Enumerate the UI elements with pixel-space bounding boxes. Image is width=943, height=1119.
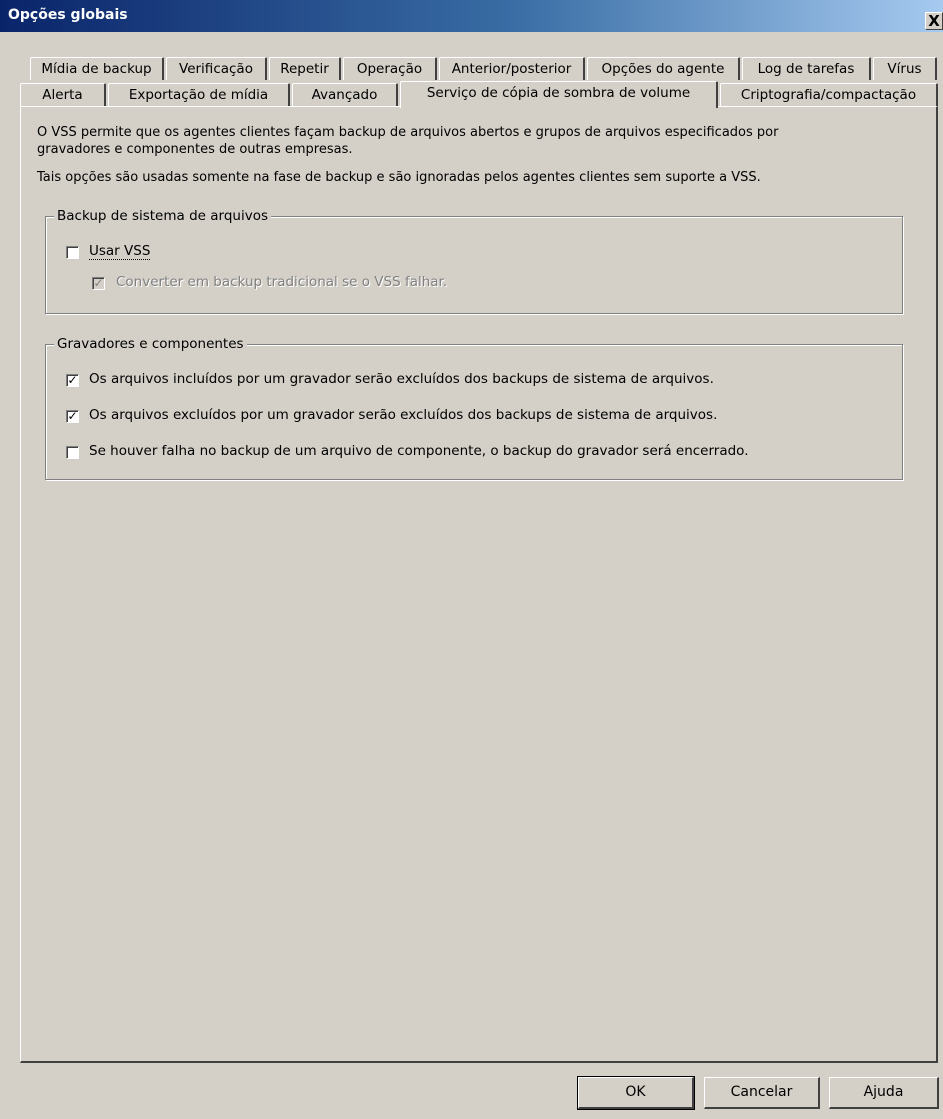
tab-exportacao-de-midia[interactable]: Exportação de mídia [108, 83, 290, 106]
writers-components-group-title: Gravadores e componentes [54, 336, 247, 352]
include-writer-files-label[interactable]: Os arquivos incluídos por um gravador se… [89, 371, 714, 387]
tab-log-de-tarefas[interactable]: Log de tarefas [742, 57, 871, 80]
cancel-button[interactable]: Cancelar [704, 1077, 820, 1109]
abort-on-component-failure-checkbox[interactable] [66, 446, 79, 459]
tab-virus[interactable]: Vírus [873, 57, 937, 80]
include-writer-files-checkbox[interactable]: ✓ [66, 374, 79, 387]
writers-components-group: Gravadores e componentes ✓ Os arquivos i… [45, 336, 903, 480]
fallback-label[interactable]: Converter em backup tradicional se o VSS… [116, 274, 447, 290]
description-line-1: O VSS permite que os agentes clientes fa… [37, 125, 779, 140]
abort-on-component-failure-label[interactable]: Se houver falha no backup de um arquivo … [89, 443, 749, 459]
tab-servico-copia-sombra-volume[interactable]: Serviço de cópia de sombra de volume [400, 81, 718, 108]
tab-panel: O VSS permite que os agentes clientes fa… [20, 106, 938, 1063]
tab-verificacao[interactable]: Verificação [166, 57, 267, 80]
title-bar: Opções globais X [0, 0, 943, 32]
tab-operacao[interactable]: Operação [343, 57, 437, 80]
window-title: Opções globais [8, 7, 128, 23]
tab-criptografia-compactacao[interactable]: Criptografia/compactação [720, 83, 938, 106]
close-icon[interactable]: X [925, 12, 943, 30]
ok-button[interactable]: OK [577, 1076, 695, 1110]
description-line-3: Tais opções são usadas somente na fase d… [37, 170, 761, 185]
help-button[interactable]: Ajuda [829, 1077, 939, 1109]
filesystem-backup-group: Backup de sistema de arquivos Usar VSS ✓… [45, 208, 903, 314]
filesystem-backup-group-title: Backup de sistema de arquivos [54, 208, 271, 224]
description-line-2: gravadores e componentes de outras empre… [37, 142, 353, 157]
use-vss-checkbox[interactable] [66, 246, 79, 259]
exclude-writer-files-checkbox[interactable]: ✓ [66, 410, 79, 423]
tab-alerta[interactable]: Alerta [20, 83, 106, 106]
tab-repetir[interactable]: Repetir [269, 57, 341, 80]
tab-opcoes-do-agente[interactable]: Opções do agente [587, 57, 740, 80]
fallback-checkbox[interactable]: ✓ [92, 277, 105, 290]
exclude-writer-files-label[interactable]: Os arquivos excluídos por um gravador se… [89, 407, 717, 423]
use-vss-label[interactable]: Usar VSS [89, 243, 151, 260]
tab-anterior-posterior[interactable]: Anterior/posterior [439, 57, 585, 80]
tab-avancado[interactable]: Avançado [292, 83, 398, 106]
tab-midia-de-backup[interactable]: Mídia de backup [30, 57, 164, 80]
